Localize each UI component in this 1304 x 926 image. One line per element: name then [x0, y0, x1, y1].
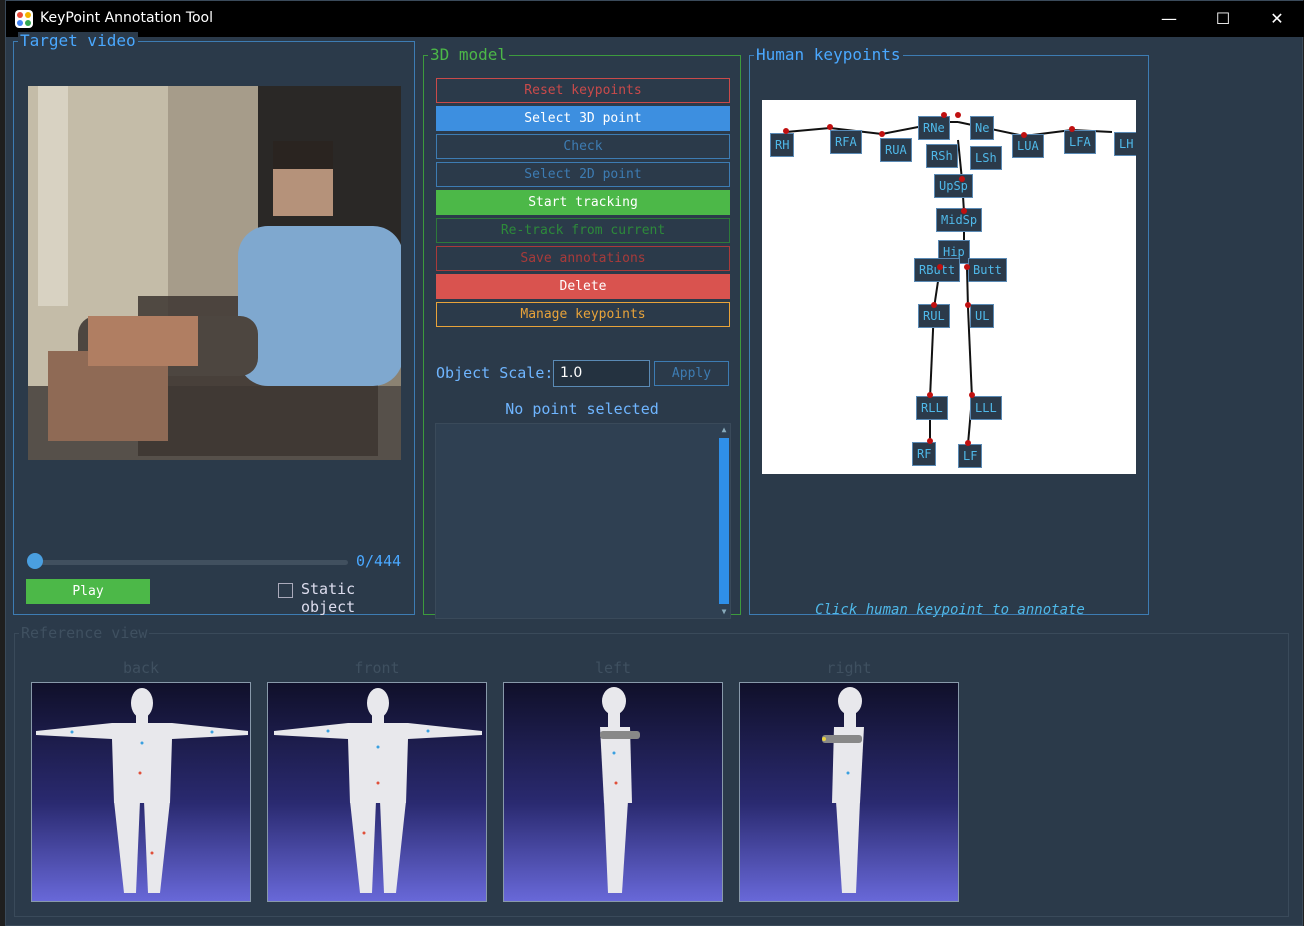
keypoint-marker [961, 208, 967, 214]
selection-status: No point selected [505, 400, 659, 418]
reference-view-title: Reference view [19, 624, 150, 642]
apply-scale-button[interactable]: Apply [654, 361, 729, 386]
scroll-thumb[interactable] [719, 438, 729, 604]
static-object-label: Static object [301, 580, 356, 616]
view-label-right: right [826, 659, 872, 677]
keypoint-marker [969, 392, 975, 398]
manage-keypoints-button[interactable]: Manage keypoints [436, 302, 730, 327]
keypoint-lf[interactable]: LF [958, 444, 983, 468]
reference-right-view[interactable] [739, 682, 959, 902]
keypoint-marker [937, 264, 943, 270]
keypoint-lfa[interactable]: LFA [1064, 130, 1096, 154]
keypoint-rua[interactable]: RUA [880, 138, 912, 162]
keypoint-marker [959, 176, 965, 182]
reference-view-panel: Reference view back front left right [14, 624, 1289, 917]
keypoint-marker [955, 112, 961, 118]
object-scale-label: Object Scale: [436, 364, 554, 382]
view-label-back: back [122, 659, 160, 677]
window-title: KeyPoint Annotation Tool [40, 10, 214, 26]
keypoint-butt[interactable]: Butt [968, 258, 1007, 282]
body-model-right [822, 687, 864, 893]
scroll-up-icon[interactable]: ▲ [719, 424, 729, 436]
keypoint-marker [964, 264, 970, 270]
view-label-front: front [354, 659, 400, 677]
select-3d-point-button[interactable]: Select 3D point [436, 106, 730, 131]
reference-left-view[interactable] [503, 682, 723, 902]
retrack-button[interactable]: Re-track from current [436, 218, 730, 243]
body-model-front [274, 688, 482, 893]
keypoint-marker [965, 440, 971, 446]
frame-slider-track[interactable] [28, 560, 348, 565]
reference-front-view[interactable] [267, 682, 487, 902]
human-keypoints-title: Human keypoints [754, 45, 903, 64]
close-icon[interactable]: ✕ [1250, 1, 1304, 37]
view-label-left: left [594, 659, 632, 677]
target-video-panel: Target video 0/444 Play Static object [13, 32, 415, 616]
keypoint-lua[interactable]: LUA [1012, 134, 1044, 158]
check-button[interactable]: Check [436, 134, 730, 159]
keypoint-ul[interactable]: UL [970, 304, 995, 328]
keypoint-rne[interactable]: RNe [918, 116, 950, 140]
keypoint-marker [879, 131, 885, 137]
keypoint-marker [1069, 126, 1075, 132]
keypoint-rf[interactable]: RF [912, 442, 937, 466]
human-keypoints-panel: Human keypoints RH RFA RUA RNe Ne RSh LS… [749, 46, 1149, 618]
select-2d-point-button[interactable]: Select 2D point [436, 162, 730, 187]
keypoint-rll[interactable]: RLL [916, 396, 948, 420]
keypoint-marker [827, 124, 833, 130]
keypoint-marker [931, 302, 937, 308]
keypoint-lsh[interactable]: LSh [970, 146, 1002, 170]
app-logo-icon [15, 10, 33, 28]
frame-counter: 0/444 [356, 552, 402, 570]
minimize-icon[interactable]: — [1142, 1, 1196, 37]
keypoint-list-scrollbar[interactable]: ▲ ▼ [718, 424, 730, 618]
keypoint-lh[interactable]: LH [1114, 132, 1136, 156]
target-video-title: Target video [18, 31, 138, 50]
keypoint-skeleton-canvas[interactable]: RH RFA RUA RNe Ne RSh LSh LUA LFA LH UpS… [762, 100, 1136, 474]
maximize-icon[interactable]: ☐ [1196, 1, 1250, 37]
keypoint-marker [783, 128, 789, 134]
keypoint-marker [965, 302, 971, 308]
object-scale-input[interactable]: 1.0 [553, 360, 650, 387]
video-image [28, 86, 401, 460]
keypoint-marker [1021, 132, 1027, 138]
frame-slider-handle[interactable] [27, 553, 43, 569]
title-bar: KeyPoint Annotation Tool — ☐ ✕ [6, 1, 1304, 37]
play-button[interactable]: Play [26, 579, 150, 604]
reset-keypoints-button[interactable]: Reset keypoints [436, 78, 730, 103]
keypoint-lll[interactable]: LLL [970, 396, 1002, 420]
reference-back-view[interactable] [31, 682, 251, 902]
keypoint-rh[interactable]: RH [770, 133, 795, 157]
video-frame[interactable] [28, 86, 401, 460]
keypoint-midsp[interactable]: MidSp [936, 208, 983, 232]
scroll-down-icon[interactable]: ▼ [719, 606, 729, 618]
app-window: KeyPoint Annotation Tool — ☐ ✕ Target vi… [5, 0, 1304, 926]
keypoint-rbutt[interactable]: RButt [914, 258, 961, 282]
annotate-hint: Click human keypoint to annotate [815, 602, 1085, 618]
save-annotations-button[interactable]: Save annotations [436, 246, 730, 271]
keypoint-rsh[interactable]: RSh [926, 144, 958, 168]
delete-button[interactable]: Delete [436, 274, 730, 299]
keypoint-ne[interactable]: Ne [970, 116, 995, 140]
body-model-left [600, 687, 640, 893]
body-model-back [36, 688, 248, 893]
keypoint-upsp[interactable]: UpSp [934, 174, 973, 198]
static-object-checkbox[interactable] [278, 583, 293, 598]
keypoint-list[interactable]: ▲ ▼ [435, 423, 731, 619]
model-3d-panel: 3D model Reset keypoints Select 3D point… [423, 46, 741, 619]
keypoint-marker [941, 112, 947, 118]
keypoint-marker [927, 392, 933, 398]
model-3d-title: 3D model [428, 45, 510, 64]
start-tracking-button[interactable]: Start tracking [436, 190, 730, 215]
keypoint-rfa[interactable]: RFA [830, 130, 862, 154]
keypoint-marker [927, 438, 933, 444]
